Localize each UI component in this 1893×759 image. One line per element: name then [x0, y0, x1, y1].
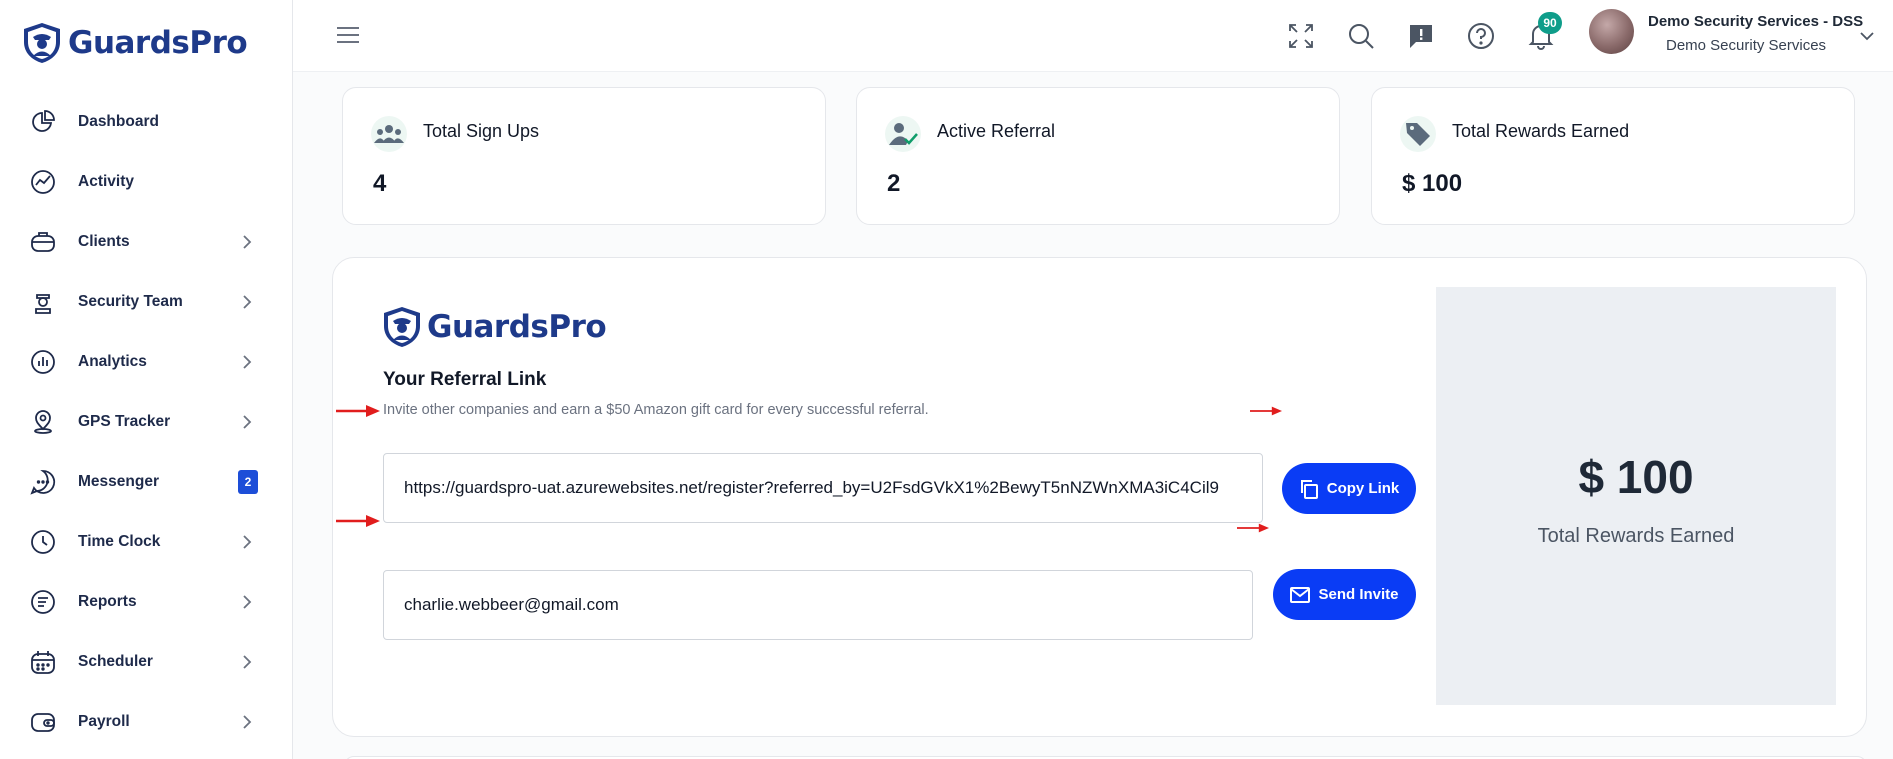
referral-description: Invite other companies and earn a $50 Am… — [383, 402, 929, 418]
referral-brand-logo: GuardsPro — [382, 306, 607, 348]
copy-link-label: Copy Link — [1326, 480, 1400, 497]
copy-link-button[interactable]: Copy Link — [1282, 463, 1416, 514]
hamburger-menu-icon[interactable] — [335, 24, 361, 46]
mail-icon — [1290, 586, 1311, 603]
sidebar-item-label: Clients — [78, 233, 130, 250]
sidebar-item-time-clock[interactable]: Time Clock — [0, 512, 293, 572]
sidebar-item-label: Security Team — [78, 293, 183, 310]
activity-icon — [28, 167, 58, 197]
sidebar-item-analytics[interactable]: Analytics — [0, 332, 293, 392]
messenger-unread-badge: 2 — [238, 470, 258, 494]
clock-icon — [28, 527, 58, 557]
calendar-icon — [28, 647, 58, 677]
stat-card-total-rewards: Total Rewards Earned $ 100 — [1371, 87, 1855, 225]
chevron-down-icon[interactable] — [1858, 27, 1876, 45]
red-arrow-icon — [1237, 523, 1269, 533]
chevron-right-icon — [243, 295, 252, 309]
sidebar-item-label: Dashboard — [78, 113, 159, 130]
guard-icon — [28, 287, 58, 317]
feedback-icon[interactable] — [1405, 20, 1437, 52]
sidebar-item-label: Reports — [78, 593, 137, 610]
user-organization: Demo Security Services — [1666, 37, 1827, 54]
sidebar-item-label: GPS Tracker — [78, 413, 171, 430]
briefcase-icon — [28, 227, 58, 257]
stat-card-total-sign-ups: Total Sign Ups 4 — [342, 87, 826, 225]
stat-value: 4 — [373, 170, 387, 197]
stat-card-active-referral: Active Referral 2 — [856, 87, 1340, 225]
avatar[interactable] — [1589, 9, 1634, 54]
analytics-icon — [28, 347, 58, 377]
chevron-right-icon — [243, 715, 252, 729]
red-arrow-icon — [1250, 406, 1282, 416]
guard-shield-logo-icon — [24, 23, 60, 63]
referral-link-field[interactable]: https://guardspro-uat.azurewebsites.net/… — [383, 453, 1263, 523]
red-arrow-icon — [336, 515, 380, 527]
chevron-right-icon — [243, 535, 252, 549]
stat-title: Active Referral — [937, 121, 1056, 141]
sidebar-item-label: Time Clock — [78, 533, 161, 550]
stat-title: Total Rewards Earned — [1452, 121, 1630, 141]
sidebar-item-label: Payroll — [78, 713, 130, 730]
sidebar-item-dashboard[interactable]: Dashboard — [0, 92, 293, 152]
reward-amount: $ 100 — [1578, 451, 1694, 503]
copy-icon — [1300, 479, 1318, 499]
chevron-right-icon — [243, 655, 252, 669]
sidebar-item-clients[interactable]: Clients — [0, 212, 293, 272]
user-check-icon — [885, 116, 921, 152]
reward-label: Total Rewards Earned — [1537, 525, 1735, 547]
sidebar-nav: Dashboard Activity Clients Security Team — [0, 92, 293, 752]
user-name: Demo Security Services - DSS — [1648, 13, 1864, 30]
send-invite-button[interactable]: Send Invite — [1273, 569, 1416, 620]
brand-name: GuardsPro — [68, 25, 248, 61]
sidebar: GuardsPro Dashboard Activity Clients Sec… — [0, 0, 293, 759]
wallet-icon — [28, 707, 58, 737]
chevron-right-icon — [243, 355, 252, 369]
sidebar-item-label: Activity — [78, 173, 134, 190]
invite-email-input[interactable]: charlie.webbeer@gmail.com — [383, 570, 1253, 640]
location-pin-icon — [28, 407, 58, 437]
brand-name: GuardsPro — [427, 309, 607, 345]
sidebar-item-activity[interactable]: Activity — [0, 152, 293, 212]
chat-icon — [28, 467, 58, 497]
red-arrow-icon — [336, 405, 380, 417]
tag-icon — [1400, 116, 1436, 152]
sidebar-item-security-team[interactable]: Security Team — [0, 272, 293, 332]
chevron-right-icon — [243, 595, 252, 609]
dashboard-icon — [28, 107, 58, 137]
sidebar-item-label: Scheduler — [78, 653, 153, 670]
fullscreen-icon[interactable] — [1285, 20, 1317, 52]
stat-value: 2 — [887, 170, 901, 197]
notification-count-badge: 90 — [1538, 12, 1562, 34]
referral-card: GuardsPro Your Referral Link Invite othe… — [332, 257, 1867, 737]
guard-shield-logo-icon — [384, 307, 420, 347]
users-icon — [371, 116, 407, 152]
reports-icon — [28, 587, 58, 617]
chevron-right-icon — [243, 415, 252, 429]
sidebar-item-reports[interactable]: Reports — [0, 572, 293, 632]
brand-logo[interactable]: GuardsPro — [22, 22, 248, 64]
rewards-summary-panel: $ 100 Total Rewards Earned — [1436, 287, 1836, 705]
stat-title: Total Sign Ups — [423, 121, 540, 141]
sidebar-item-payroll[interactable]: Payroll — [0, 692, 293, 752]
send-invite-label: Send Invite — [1318, 586, 1399, 603]
sidebar-item-gps-tracker[interactable]: GPS Tracker — [0, 392, 293, 452]
sidebar-item-label: Messenger — [78, 473, 159, 490]
top-header: 90 Demo Security Services - DSS Demo Sec… — [293, 0, 1893, 72]
stat-value: $ 100 — [1402, 170, 1463, 197]
referral-title: Your Referral Link — [383, 369, 547, 390]
search-icon[interactable] — [1345, 20, 1377, 52]
sidebar-item-scheduler[interactable]: Scheduler — [0, 632, 293, 692]
sidebar-item-messenger[interactable]: Messenger 2 — [0, 452, 293, 512]
help-icon[interactable] — [1465, 20, 1497, 52]
sidebar-item-label: Analytics — [78, 353, 147, 370]
chevron-right-icon — [243, 235, 252, 249]
